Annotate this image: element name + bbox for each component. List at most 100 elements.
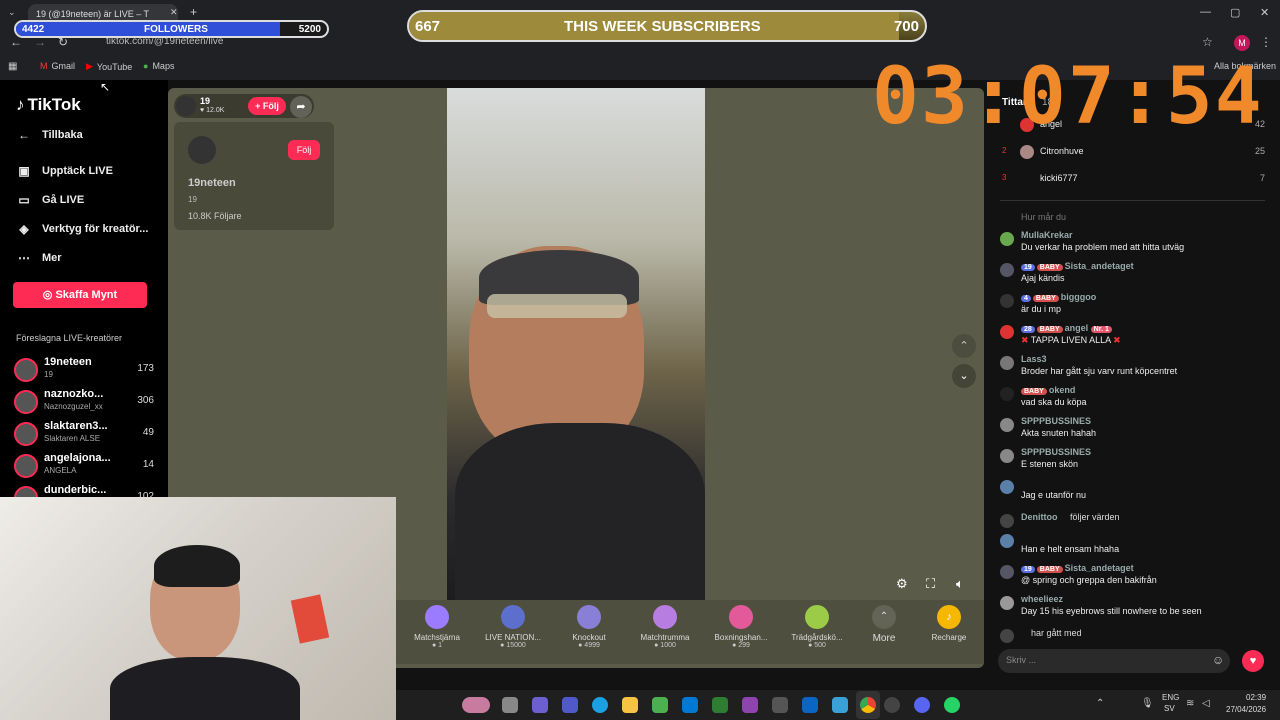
- subscribers-current: 667: [415, 18, 441, 35]
- wifi-icon[interactable]: ≋: [1186, 698, 1194, 709]
- recharge-button[interactable]: ♪ Recharge: [918, 605, 980, 642]
- video-player[interactable]: [447, 88, 705, 603]
- keyboard-layout[interactable]: SV: [1164, 704, 1175, 713]
- cap: [154, 545, 240, 587]
- stream-timer: 03:07:54: [872, 52, 1264, 142]
- card-follow-button[interactable]: Följ: [288, 140, 320, 160]
- tiktok-logo[interactable]: ♪ TikTok: [16, 95, 81, 115]
- creator-item[interactable]: angelajona... ANGELA 14: [14, 452, 154, 480]
- volume-icon[interactable]: 🔈︎: [956, 576, 964, 592]
- card-name: 19neteen: [188, 177, 236, 189]
- chevron-up-icon: ⌃: [872, 605, 896, 629]
- host-avatar[interactable]: [176, 96, 196, 116]
- chevron-up-icon[interactable]: ⌃: [952, 334, 976, 358]
- coin-icon: ♪: [937, 605, 961, 629]
- ranking-row[interactable]: 2 Citronhuve 25: [1000, 143, 1265, 165]
- clock-time[interactable]: 02:39: [1246, 693, 1266, 702]
- gift-item[interactable]: Boxningshan... ● 299: [706, 605, 776, 649]
- bookmark-star-icon[interactable]: ☆: [1202, 35, 1213, 49]
- gift-ticket-icon: [501, 605, 525, 629]
- chevron-down-icon[interactable]: ⌄: [952, 364, 976, 388]
- new-tab-icon[interactable]: +: [190, 5, 197, 19]
- volume-icon[interactable]: ◁: [1202, 698, 1210, 709]
- teams-icon[interactable]: [562, 697, 578, 713]
- apps-grid-icon[interactable]: ▦: [8, 61, 17, 72]
- avatar: [1000, 294, 1014, 308]
- nav-go-live[interactable]: ▭ Gå LIVE: [16, 193, 84, 207]
- subscribers-goal-bar: 667 THIS WEEK SUBSCRIBERS 700: [407, 10, 927, 42]
- gift-item[interactable]: Matchstjärna ● 1: [402, 605, 472, 649]
- bookmark-gmail[interactable]: M Gmail: [40, 61, 75, 71]
- gift-star-icon: [425, 605, 449, 629]
- gmail-icon: M: [40, 61, 48, 71]
- tiktok-sidebar: ♪ TikTok ← Tillbaka ▣ Upptäck LIVE ▭ Gå LIVE…: [0, 80, 168, 510]
- back-link[interactable]: ← Tillbaka: [16, 128, 83, 142]
- windows-taskbar: ⌃ 🎙︎ ENG SV ≋ ◁ 02:39 27/04/2026: [396, 690, 1280, 720]
- creator-item[interactable]: slaktaren3... Slaktaren ALSE 49: [14, 420, 154, 448]
- app-icon[interactable]: [742, 697, 758, 713]
- jacket: [455, 423, 705, 603]
- language-indicator[interactable]: ENG: [1162, 693, 1179, 702]
- creator-item[interactable]: 19neteen 19 173: [14, 356, 154, 384]
- gift-item[interactable]: Knockout ● 4999: [554, 605, 624, 649]
- outlook-icon[interactable]: [682, 697, 698, 713]
- emoji-icon[interactable]: ☺: [1212, 653, 1224, 667]
- chat-input[interactable]: Skriv ... ☺: [998, 649, 1230, 673]
- bookmark-maps[interactable]: ● Maps: [143, 61, 174, 71]
- gift-item[interactable]: Trädgårdskö... ● 500: [782, 605, 852, 649]
- youtube-icon: ▶: [86, 61, 93, 71]
- edge-icon[interactable]: [592, 697, 608, 713]
- app-icon[interactable]: [832, 697, 848, 713]
- subscribers-goal: 700: [893, 18, 919, 35]
- copilot-icon[interactable]: [532, 697, 548, 713]
- creator-item[interactable]: naznozko... Naznozguzel_xx 306: [14, 388, 154, 416]
- settings-icon[interactable]: ⚙: [896, 576, 908, 592]
- share-icon[interactable]: ➦: [290, 96, 312, 118]
- store-icon[interactable]: [652, 697, 668, 713]
- gift-drum-icon: [653, 605, 677, 629]
- fullscreen-icon[interactable]: ⛶: [926, 576, 935, 592]
- avatar: [14, 358, 38, 382]
- more-gifts-button[interactable]: ⌃ More: [858, 605, 910, 644]
- widgets-icon[interactable]: [462, 697, 490, 713]
- minimize-icon[interactable]: —: [1200, 6, 1211, 18]
- discord-icon[interactable]: [914, 697, 930, 713]
- nav-more[interactable]: ⋯ Mer: [16, 251, 62, 265]
- microphone-icon[interactable]: 🎙︎: [1141, 698, 1154, 709]
- heart-icon[interactable]: ♥: [1242, 650, 1264, 672]
- host-card: Följ 19neteen 19 10.8K Följare: [174, 122, 334, 230]
- nav-discover-live[interactable]: ▣ Upptäck LIVE: [16, 164, 113, 178]
- suggested-title: Föreslagna LIVE-kreatörer: [16, 333, 123, 343]
- close-window-icon[interactable]: ✕: [1260, 6, 1269, 19]
- tiktok-note-icon: ♪: [16, 95, 25, 114]
- task-view-icon[interactable]: [502, 697, 518, 713]
- avatar: [1000, 356, 1014, 370]
- xbox-icon[interactable]: [712, 697, 728, 713]
- avatar[interactable]: [188, 136, 216, 164]
- webcam-overlay: [0, 497, 396, 720]
- clock-date[interactable]: 27/04/2026: [1226, 705, 1266, 714]
- tray-chevron-icon[interactable]: ⌃: [1096, 698, 1104, 709]
- avatar: [1000, 325, 1014, 339]
- app-icon[interactable]: [802, 697, 818, 713]
- ranking-row[interactable]: 3 kicki6777 7: [1000, 170, 1265, 192]
- chrome-icon[interactable]: [860, 697, 876, 713]
- get-coins-button[interactable]: ◎ Skaffa Mynt: [13, 282, 147, 308]
- app-icon[interactable]: [884, 697, 900, 713]
- gift-item[interactable]: LIVE NATION... ● 15000: [478, 605, 548, 649]
- browser-menu-icon[interactable]: ⋮: [1260, 35, 1272, 49]
- followers-goal-bar: 4422 FOLLOWERS 5200: [14, 20, 329, 38]
- profile-avatar[interactable]: M: [1234, 35, 1250, 51]
- tab-list-icon[interactable]: ⌄: [8, 7, 16, 18]
- nav-creator-tools[interactable]: ◈ Verktyg för kreatör...: [16, 222, 148, 236]
- gift-item[interactable]: Matchtrumma ● 1000: [630, 605, 700, 649]
- maximize-icon[interactable]: ▢: [1230, 6, 1240, 19]
- avatar: [1000, 387, 1014, 401]
- followers-label: FOLLOWERS: [144, 24, 208, 35]
- whatsapp-icon[interactable]: [944, 697, 960, 713]
- close-tab-icon[interactable]: ✕: [170, 7, 178, 18]
- bookmark-youtube[interactable]: ▶ YouTube: [86, 61, 132, 72]
- app-icon[interactable]: [772, 697, 788, 713]
- folder-icon[interactable]: [622, 697, 638, 713]
- follow-button[interactable]: + Följ: [248, 97, 286, 115]
